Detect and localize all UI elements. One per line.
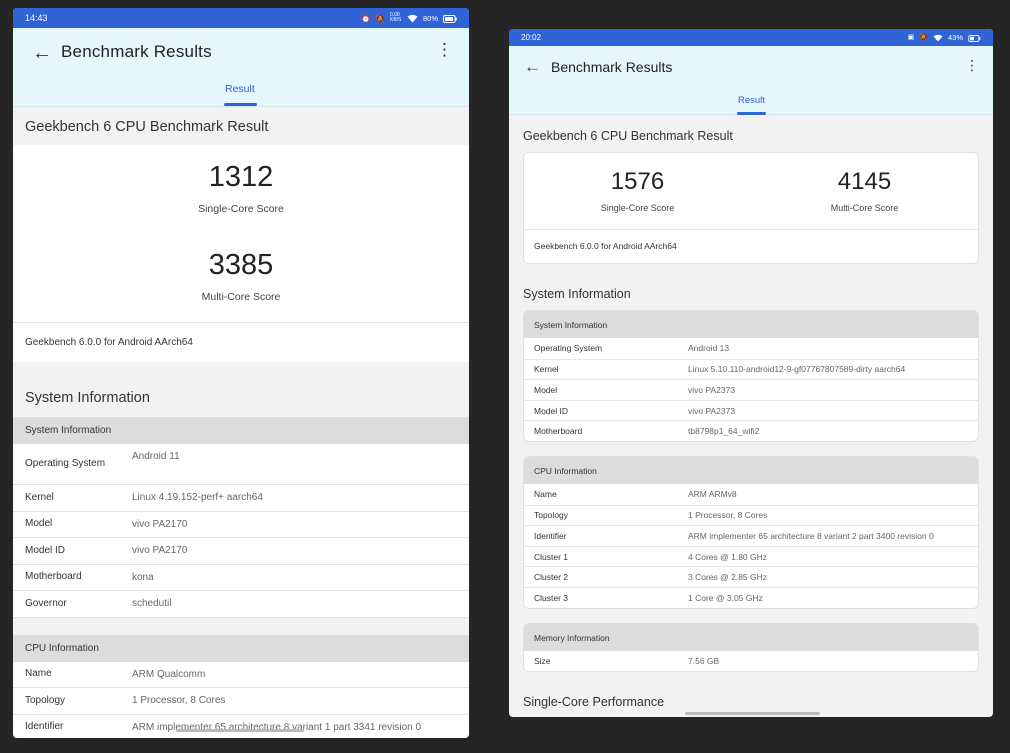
status-time: 20:02 [521, 33, 542, 42]
score-card: 1312 Single-Core Score 3385 Multi-Core S… [13, 145, 469, 322]
single-core-score: 1576 [610, 168, 665, 195]
system-information-heading: System Information [25, 390, 150, 406]
battery-icon [968, 33, 981, 42]
table-row: Motherboard kona [13, 564, 469, 591]
multi-core-score: 4145 [837, 168, 892, 195]
table-row: Model ID vivo PA2373 [524, 399, 978, 421]
tab-result[interactable]: Result [738, 95, 765, 106]
table-row: Size 7.56 GB [534, 655, 720, 666]
back-arrow-icon[interactable]: ← [32, 42, 52, 65]
app-bar: ← Benchmark Results ⋮ Result [13, 28, 469, 107]
table-row: Motherboard tb8798p1_64_wifi2 [524, 420, 978, 441]
memory-info-group-header: Memory Information [524, 623, 978, 651]
gesture-nav-bar[interactable] [176, 729, 304, 732]
notification-icon: ▣ [907, 34, 915, 42]
table-row: Topology 1 Processor, 8 Cores [13, 688, 469, 715]
version-text: Geekbench 6.0.0 for Android AArch64 [13, 322, 469, 362]
battery-percent: 80% [422, 13, 438, 23]
system-information-heading: System Information [523, 287, 631, 301]
system-info-group-header: System Information [13, 417, 469, 444]
network-speed: 0.00 KB/S [389, 12, 402, 23]
cpu-info-list: Name ARM Qualcomm Topology 1 Processor, … [13, 661, 469, 738]
table-row: Identifier ARM implementer 65 architectu… [13, 714, 469, 738]
page-title: Benchmark Results [61, 42, 212, 61]
table-row: Identifier ARM implementer 65 architectu… [524, 525, 978, 546]
system-info-card: System Information Operating System Andr… [523, 310, 979, 442]
battery-percent: 43% [947, 32, 963, 42]
right-tablet-screen: 20:02 ▣ 🔕 43% ← Benchmark Results ⋮ Resu… [509, 29, 993, 717]
left-phone-screen: 14:43 ⏰ 🔕 0.00 KB/S 80% ← Benchmark Resu… [13, 8, 469, 738]
cpu-info-group-header: CPU Information [13, 634, 469, 662]
table-row: Model vivo PA2373 [524, 379, 978, 400]
tab-indicator [737, 112, 766, 115]
status-time: 14:43 [25, 13, 48, 23]
table-row: Kernel Linux 5.10.110-android12-9-gf0776… [524, 358, 978, 380]
battery-icon [443, 13, 457, 23]
gesture-nav-bar[interactable] [685, 712, 820, 715]
table-row: Kernel Linux 4.19.152-perf+ aarch64 [13, 485, 469, 512]
table-row: Operating System Android 11 [13, 444, 469, 485]
alarm-icon: ⏰ [361, 13, 371, 23]
table-row: Name ARM ARMv8 [534, 489, 737, 500]
table-row: Topology 1 Processor, 8 Cores [524, 504, 978, 526]
app-bar: ← Benchmark Results ⋮ Result [509, 46, 993, 115]
status-bar: 14:43 ⏰ 🔕 0.00 KB/S 80% [13, 8, 469, 28]
mute-icon: 🔕 [919, 34, 928, 42]
multi-core-label: Multi-Core Score [201, 291, 281, 303]
cpu-info-card: CPU Information Name ARM ARMv8 Topology … [523, 455, 979, 609]
back-arrow-icon[interactable]: ← [524, 57, 541, 77]
page-title: Benchmark Results [551, 59, 673, 75]
single-core-label: Single-Core Score [198, 203, 284, 215]
tab-indicator [224, 103, 257, 106]
single-core-performance-heading: Single-Core Performance [523, 695, 665, 710]
system-info-list: Operating System Android 11 Kernel Linux… [13, 444, 469, 618]
status-bar: 20:02 ▣ 🔕 43% [509, 29, 993, 46]
table-row: Cluster 1 4 Cores @ 1.80 GHz [524, 545, 978, 567]
table-row: Model vivo PA2170 [13, 511, 469, 538]
table-row: Cluster 2 3 Cores @ 2.85 GHz [524, 566, 978, 587]
table-row: Model ID vivo PA2170 [13, 538, 469, 565]
tab-result[interactable]: Result [225, 83, 255, 95]
single-core-label: Single-Core Score [600, 203, 675, 213]
memory-info-card: Memory Information Size 7.56 GB [523, 622, 979, 673]
more-vert-icon[interactable]: ⋮ [965, 57, 979, 74]
single-core-score: 1312 [208, 161, 274, 193]
table-row: Name ARM Qualcomm [13, 661, 469, 688]
multi-core-label: Multi-Core Score [830, 203, 899, 213]
more-vert-icon[interactable]: ⋮ [436, 41, 453, 58]
result-title: Geekbench 6 CPU Benchmark Result [523, 129, 733, 143]
cpu-info-group-header: CPU Information [524, 456, 978, 484]
result-title: Geekbench 6 CPU Benchmark Result [25, 119, 269, 135]
multi-core-score: 3385 [208, 249, 274, 281]
version-text: Geekbench 6.0.0 for Android AArch64 [524, 229, 978, 263]
mute-icon: 🔕 [375, 13, 385, 23]
score-card: 1576 Single-Core Score 4145 Multi-Core S… [523, 152, 979, 264]
wifi-icon [407, 13, 418, 23]
table-row: Operating System Android 13 [534, 343, 730, 354]
system-info-group-header: System Information [524, 311, 978, 338]
table-row: Cluster 3 1 Core @ 3.05 GHz [524, 586, 978, 608]
table-row: Governor schedutil [13, 591, 469, 618]
wifi-icon [933, 33, 943, 42]
